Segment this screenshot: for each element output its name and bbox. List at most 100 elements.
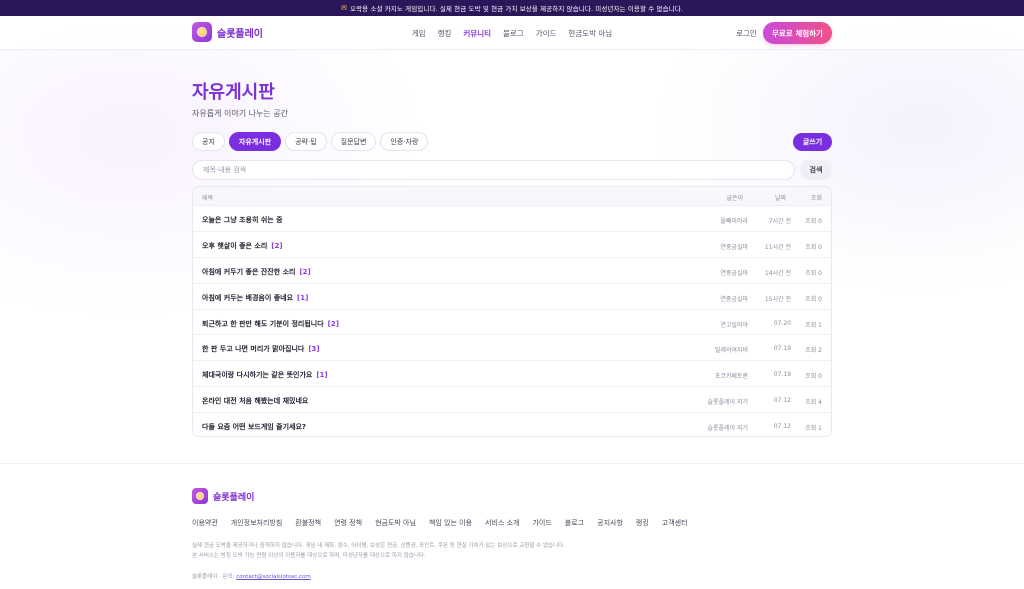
post-views: 조회 0 bbox=[805, 373, 822, 381]
site-footer: 슬롯플레이 이용약관 개인정보처리방침 환불정책 연령 정책 현금도박 아님 책임 있는 … bbox=[0, 463, 1024, 589]
tab-showoff[interactable]: 인증·자랑 bbox=[380, 132, 429, 151]
post-title[interactable]: 아침에 커두기 좋은 잔잔한 소리 [2] bbox=[202, 267, 311, 277]
search-button[interactable]: 검색 bbox=[800, 160, 832, 180]
footer-logo[interactable]: 슬롯플레이 bbox=[192, 488, 254, 504]
table-row[interactable]: 아침에 커두기 좋은 잔잔한 소리 [2] 연중금실마 14시간 전 조회 0 bbox=[193, 258, 831, 284]
table-row[interactable]: 다들 요즘 어떤 보드게임 즐기세요? 슬롯플레이 지기 07.12 조회 1 bbox=[193, 413, 831, 436]
post-title-text: 오늘은 그냥 조용히 쉬는 중 bbox=[202, 216, 283, 224]
post-author: 밀레의여자비 bbox=[714, 347, 748, 355]
post-author: 올빼미러라 bbox=[720, 218, 748, 225]
table-row[interactable]: 한 판 두고 나면 머리가 맑아집니다 [3] 밀레의여자비 07.19 조회 2 bbox=[193, 335, 831, 362]
post-title[interactable]: 온라인 대전 처음 해봤는데 재밌네요 bbox=[202, 396, 312, 406]
post-date: 07.19 bbox=[773, 345, 791, 353]
contact-email-link[interactable]: contact@socialslotsac.com bbox=[236, 574, 310, 580]
notice-bar: ✉ 오락용 소셜 카지노 게임입니다. 실제 현금 도박 및 현금 가치 보상을… bbox=[0, 0, 1024, 16]
coin-icon bbox=[196, 492, 204, 500]
post-views: 조회 2 bbox=[805, 347, 822, 355]
table-row[interactable]: 오늘은 그냥 조용히 쉬는 중 올빼미러라 7시간 전 조회 0 bbox=[193, 206, 831, 232]
nav-not-gambling[interactable]: 현금도박 아님 bbox=[562, 28, 618, 39]
tab-free-board[interactable]: 자유게시판 bbox=[228, 132, 282, 151]
header-views: 조회 bbox=[810, 195, 822, 202]
footer-link[interactable]: 현금도박 아님 bbox=[375, 518, 416, 528]
comment-count: [2] bbox=[299, 267, 311, 276]
table-row[interactable]: 온라인 대전 처음 해봤는데 재밌네요 슬롯플레이 지기 07.12 조회 4 bbox=[193, 387, 831, 414]
footer-link[interactable]: 블로그 bbox=[565, 518, 584, 528]
post-title[interactable]: 오늘은 그냥 조용히 쉬는 중 bbox=[202, 215, 287, 225]
post-author: 연고일러야 bbox=[720, 321, 748, 329]
footer-logo-text: 슬롯플레이 bbox=[213, 492, 255, 503]
footer-link[interactable]: 환불정책 bbox=[295, 518, 321, 528]
nav-ranking[interactable]: 랭킹 bbox=[432, 28, 458, 39]
post-date: 07.12 bbox=[773, 397, 791, 405]
footer-link[interactable]: 가이드 bbox=[532, 518, 551, 528]
comment-count: [1] bbox=[316, 371, 328, 380]
footer-link[interactable]: 이용약관 bbox=[192, 518, 218, 528]
comment-count: [2] bbox=[271, 241, 283, 250]
free-trial-button[interactable]: 무료로 체험하기 bbox=[763, 22, 832, 44]
board-tabs: 공지 자유게시판 공략·팁 질문답변 인증·자랑 bbox=[192, 132, 429, 151]
table-row[interactable]: 아침에 커두는 배경음이 좋네요 [1] 연중금실마 15시간 전 조회 0 bbox=[193, 284, 831, 310]
header-title: 제목 bbox=[202, 195, 214, 202]
post-table: 제목 글쓴이 날짜 조회 오늘은 그냥 조용히 쉬는 중 올빼미러라 7시간 전 조회… bbox=[192, 186, 832, 437]
post-date: 07.12 bbox=[773, 423, 791, 431]
login-link[interactable]: 로그인 bbox=[736, 28, 757, 39]
header-date: 날짜 bbox=[774, 195, 786, 202]
post-title[interactable]: 아침에 커두는 배경음이 좋네요 [1] bbox=[202, 293, 308, 303]
footer-link[interactable]: 연령 정책 bbox=[334, 518, 362, 528]
post-title-text: 온라인 대전 처음 해봤는데 재밌네요 bbox=[202, 397, 309, 406]
post-views: 조회 4 bbox=[805, 399, 822, 407]
footer-links: 이용약관 개인정보처리방침 환불정책 연령 정책 현금도박 아님 책임 있는 이용 서비스 … bbox=[192, 518, 701, 528]
notice-text: 오락용 소셜 카지노 게임입니다. 실제 현금 도박 및 현금 가치 보상을 제… bbox=[349, 5, 683, 13]
post-title[interactable]: 오후 햇살이 좋은 소리 [2] bbox=[202, 241, 283, 251]
post-author: 초코카페토퀸 bbox=[714, 373, 748, 381]
comment-count: [1] bbox=[297, 293, 309, 302]
post-views: 조회 1 bbox=[805, 321, 822, 329]
post-title-text: 아침에 커두는 배경음이 좋네요 bbox=[202, 293, 294, 302]
header-author: 글쓴이 bbox=[726, 195, 743, 202]
post-author: 슬롯플레이 지기 bbox=[707, 425, 748, 433]
footer-link[interactable]: 랭킹 bbox=[636, 518, 649, 528]
table-row[interactable]: 체대국이랑 다시하기는 같은 뜻인가요 [1] 초코카페토퀸 07.19 조회 0 bbox=[193, 361, 831, 388]
footer-contact: 슬롯플레이 · 문의: contact@socialslotsac.com bbox=[192, 572, 311, 580]
footer-link[interactable]: 개인정보처리방침 bbox=[231, 518, 283, 528]
post-views: 조회 0 bbox=[805, 295, 822, 303]
tab-qna[interactable]: 질문답변 bbox=[330, 132, 377, 151]
notice-icon: ✉ bbox=[341, 4, 347, 12]
nav-community[interactable]: 커뮤니티 bbox=[457, 28, 497, 39]
write-button[interactable]: 글쓰기 bbox=[793, 133, 832, 151]
contact-label: 슬롯플레이 · 문의: bbox=[192, 574, 235, 580]
footer-link[interactable]: 공지사항 bbox=[597, 518, 623, 528]
post-title-text: 오후 햇살이 좋은 소리 bbox=[202, 241, 268, 250]
post-title-text: 한 판 두고 나면 머리가 맑아집니다 bbox=[202, 345, 305, 354]
post-title[interactable]: 체대국이랑 다시하기는 같은 뜻인가요 [1] bbox=[202, 370, 328, 380]
post-date: 07.20 bbox=[773, 319, 791, 327]
post-date: 07.19 bbox=[773, 371, 791, 379]
post-title[interactable]: 다들 요즘 어떤 보드게임 즐기세요? bbox=[202, 422, 310, 432]
post-title[interactable]: 한 판 두고 나면 머리가 맑아집니다 [3] bbox=[202, 344, 320, 354]
post-title[interactable]: 퇴근하고 한 판만 해도 기분이 정리됩니다 [2] bbox=[202, 319, 339, 329]
comment-count: [3] bbox=[308, 345, 320, 354]
search-input[interactable]: 제목·내용 검색 bbox=[192, 160, 795, 180]
table-row[interactable]: 퇴근하고 한 판만 해도 기분이 정리됩니다 [2] 연고일러야 07.20 조회 1 bbox=[193, 310, 831, 336]
footer-link[interactable]: 책임 있는 이용 bbox=[429, 518, 472, 528]
post-author: 슬롯플레이 지기 bbox=[707, 399, 748, 407]
footer-link[interactable]: 서비스 소개 bbox=[485, 518, 519, 528]
footer-note-2: 본 서비스는 방침 도박 가능 연령 이상의 이용자를 대상으로 하며, 미성년… bbox=[192, 553, 426, 559]
post-author: 연중금실마 bbox=[720, 243, 748, 251]
post-views: 조회 0 bbox=[805, 243, 822, 251]
footer-link[interactable]: 고객센터 bbox=[662, 518, 688, 528]
post-views: 조회 1 bbox=[805, 425, 822, 433]
page-subtitle: 자유롭게 이야기 나누는 공간 bbox=[192, 109, 288, 118]
nav-games[interactable]: 게임 bbox=[406, 28, 432, 39]
nav-guide[interactable]: 가이드 bbox=[530, 28, 563, 39]
post-date: 15시간 전 bbox=[764, 295, 791, 303]
post-views: 조회 0 bbox=[805, 218, 822, 225]
tab-tips[interactable]: 공략·팁 bbox=[285, 132, 327, 151]
post-date: 7시간 전 bbox=[768, 218, 791, 225]
table-row[interactable]: 오후 햇살이 좋은 소리 [2] 연중금실마 11시간 전 조회 0 bbox=[193, 232, 831, 258]
main-nav: 게임 랭킹 커뮤니티 블로그 가이드 현금도박 아님 bbox=[0, 16, 1024, 50]
tab-notice[interactable]: 공지 bbox=[192, 132, 225, 151]
nav-blog[interactable]: 블로그 bbox=[497, 28, 530, 39]
post-title-text: 체대국이랑 다시하기는 같은 뜻인가요 bbox=[202, 371, 313, 380]
post-title-text: 아침에 커두기 좋은 잔잔한 소리 bbox=[202, 267, 296, 276]
